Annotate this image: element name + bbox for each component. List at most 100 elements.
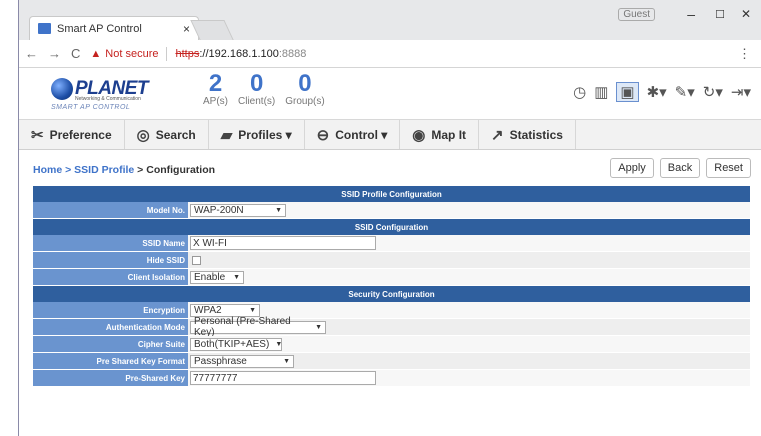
menu-map-it[interactable]: ◉ Map It — [400, 120, 480, 149]
form-row-hide-ssid: Hide SSID — [33, 252, 750, 269]
url-port[interactable]: :8888 — [279, 48, 307, 60]
model-select[interactable]: WAP-200N ▼ — [190, 203, 286, 217]
refresh-icon[interactable]: ↻▾ — [703, 83, 723, 101]
ap-count-value: 2 — [208, 70, 223, 97]
ap-count[interactable]: 2 AP(s) — [203, 70, 228, 108]
ssid-name-label: SSID Name — [33, 235, 188, 251]
encryption-select[interactable]: WPA2 ▼ — [190, 303, 260, 317]
monitor-user-icon[interactable]: ▣ — [616, 82, 639, 102]
wrench-icon: ✂ — [31, 126, 44, 144]
brand-subtitle: Networking & Communication — [75, 96, 141, 102]
url-host[interactable]: ://192.168.1.100 — [199, 48, 279, 60]
browser-tab[interactable]: Smart AP Control × — [29, 16, 199, 40]
form-row-psk: Pre-Shared Key 77777777 — [33, 370, 750, 387]
dropdown-arrow-icon: ▼ — [275, 206, 282, 214]
breadcrumb-ssid-profile[interactable]: SSID Profile — [74, 164, 134, 176]
tools-icon[interactable]: ✎▾ — [675, 83, 695, 101]
client-count-value: 0 — [249, 70, 264, 97]
user-profile-badge[interactable]: Guest — [618, 8, 655, 21]
map-pin-icon: ◉ — [412, 126, 426, 144]
menu-statistics[interactable]: ↗ Statistics — [479, 120, 576, 149]
menu-profiles[interactable]: ▰ Profiles ▾ — [209, 120, 305, 149]
main-menu-bar: ✂ Preference ◎ Search ▰ Profiles ▾ ⊖ Con… — [19, 120, 761, 150]
not-secure-label[interactable]: Not secure — [105, 48, 158, 60]
warning-icon[interactable]: ▲ — [90, 48, 101, 60]
psk-format-value: Passphrase — [194, 355, 247, 367]
reload-icon[interactable]: C — [71, 46, 80, 61]
section-header-ssid: SSID Configuration — [33, 219, 750, 235]
form-row-psk-format: Pre Shared Key Format Passphrase ▼ — [33, 353, 750, 370]
menu-preference-label: Preference — [49, 127, 112, 142]
breadcrumb-row: Home > SSID Profile > Configuration Appl… — [19, 150, 761, 184]
psk-format-label: Pre Shared Key Format — [33, 353, 188, 369]
brand-tagline: SMART AP CONTROL — [51, 104, 131, 111]
forward-arrow-icon[interactable]: → — [48, 46, 61, 61]
section-header-security: Security Configuration — [33, 286, 750, 302]
status-counts: 2 AP(s) 0 Client(s) 0 Group(s) — [203, 70, 325, 108]
ssid-config-form: SSID Profile Configuration Model No. WAP… — [33, 186, 750, 387]
encryption-label: Encryption — [33, 302, 188, 318]
maximize-icon[interactable]: ☐ — [715, 8, 725, 21]
hide-ssid-checkbox[interactable] — [192, 255, 201, 265]
breadcrumb-current: Configuration — [146, 164, 216, 176]
apply-button[interactable]: Apply — [610, 158, 654, 178]
auth-mode-select[interactable]: Personal (Pre-Shared Key) ▼ — [190, 316, 326, 338]
dashboard-gauge-icon[interactable]: ◷ — [573, 83, 586, 101]
browser-menu-icon[interactable]: ⋮ — [738, 46, 751, 62]
model-select-value: WAP-200N — [194, 204, 244, 216]
browser-window: Smart AP Control × Guest – ☐ ✕ ← → C ▲ N… — [18, 0, 761, 436]
section-header-profile: SSID Profile Configuration — [33, 186, 750, 202]
form-row-client-isolation: Client Isolation Enable ▼ — [33, 269, 750, 286]
client-isolation-select[interactable]: Enable ▼ — [190, 270, 244, 284]
model-label: Model No. — [33, 202, 188, 218]
form-row-cipher-suite: Cipher Suite Both(TKIP+AES) ▼ — [33, 336, 750, 353]
tab-close-icon[interactable]: × — [183, 22, 190, 36]
back-button[interactable]: Back — [659, 158, 701, 178]
url-scheme[interactable]: https — [175, 48, 199, 60]
header-toolbar: ◷ ▥ ▣ ✱▾ ✎▾ ↻▾ ⇥▾ — [573, 82, 751, 102]
planet-logo[interactable]: PLANET Networking & Communication SMART … — [51, 78, 161, 111]
group-count-label: Group(s) — [285, 96, 325, 107]
app-header: PLANET Networking & Communication SMART … — [19, 68, 761, 120]
menu-search[interactable]: ◎ Search — [125, 120, 209, 149]
reset-button[interactable]: Reset — [706, 158, 751, 178]
dropdown-arrow-icon: ▼ — [249, 306, 256, 314]
dropdown-arrow-icon: ▼ — [315, 323, 322, 331]
hide-ssid-label: Hide SSID — [33, 252, 188, 268]
control-icon: ⊖ — [316, 126, 330, 144]
client-count[interactable]: 0 Client(s) — [238, 70, 276, 108]
settings-gear-icon[interactable]: ✱▾ — [647, 83, 667, 101]
psk-input[interactable]: 77777777 — [190, 371, 376, 385]
dropdown-arrow-icon: ▼ — [233, 273, 240, 281]
menu-map-it-label: Map It — [431, 127, 467, 142]
minimize-icon[interactable]: – — [687, 6, 695, 22]
menu-preference[interactable]: ✂ Preference — [19, 120, 125, 149]
cipher-suite-label: Cipher Suite — [33, 336, 188, 352]
breadcrumb-home[interactable]: Home — [33, 164, 62, 176]
psk-format-select[interactable]: Passphrase ▼ — [190, 354, 294, 368]
back-arrow-icon[interactable]: ← — [25, 46, 38, 61]
folder-icon: ▰ — [220, 126, 233, 144]
breadcrumb-separator: > — [62, 164, 75, 176]
menu-control[interactable]: ⊖ Control ▾ — [305, 120, 401, 149]
favicon-icon — [38, 23, 51, 34]
title-bar: Smart AP Control × Guest – ☐ ✕ — [19, 0, 761, 40]
form-row-ssid-name: SSID Name X WI-FI — [33, 235, 750, 252]
psk-label: Pre-Shared Key — [33, 370, 188, 386]
window-close-icon[interactable]: ✕ — [741, 7, 751, 21]
menu-control-label: Control ▾ — [335, 127, 388, 142]
logout-icon[interactable]: ⇥▾ — [731, 83, 751, 101]
dropdown-arrow-icon: ▼ — [283, 357, 290, 365]
action-buttons: Apply Back Reset — [610, 158, 751, 178]
menu-search-label: Search — [155, 127, 196, 142]
globe-icon — [51, 78, 73, 100]
form-row-auth-mode: Authentication Mode Personal (Pre-Shared… — [33, 316, 750, 338]
menu-statistics-label: Statistics — [509, 127, 563, 142]
group-count[interactable]: 0 Group(s) — [285, 72, 325, 108]
bar-chart-icon[interactable]: ▥ — [594, 83, 608, 101]
search-icon: ◎ — [136, 126, 150, 144]
cipher-suite-select[interactable]: Both(TKIP+AES) ▼ — [190, 337, 283, 351]
client-count-label: Client(s) — [238, 96, 276, 107]
ssid-name-input[interactable]: X WI-FI — [190, 236, 376, 250]
dropdown-arrow-icon: ▼ — [275, 340, 283, 348]
